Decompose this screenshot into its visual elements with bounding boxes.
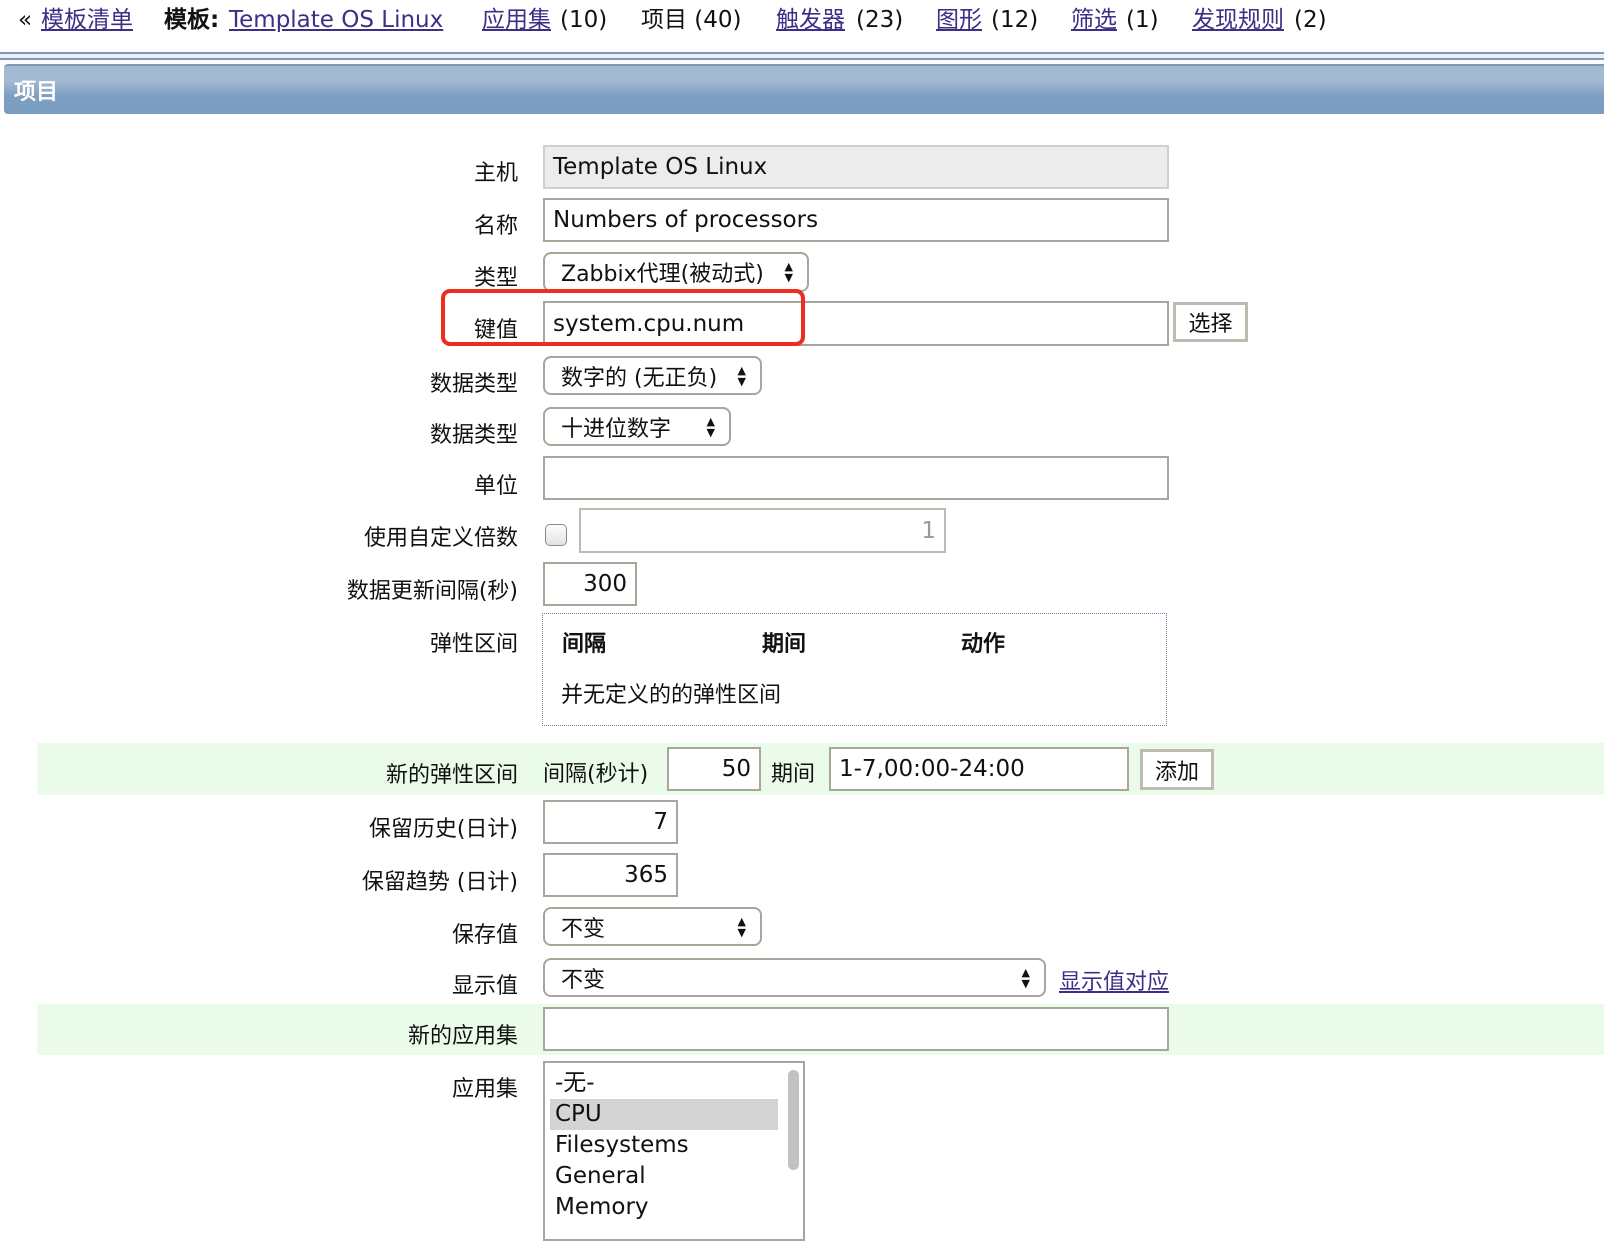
store-value-label: 保存值 bbox=[451, 923, 518, 948]
flexible-intervals-label: 弹性区间 bbox=[429, 632, 518, 657]
column-header-interval: 间隔 bbox=[562, 632, 607, 657]
application-option[interactable]: -无- bbox=[550, 1068, 778, 1099]
applications-listbox[interactable]: -无- CPU Filesystems General Memory bbox=[543, 1061, 805, 1241]
discovery-rules-link[interactable]: 发现规则 bbox=[1192, 0, 1284, 40]
value-type-select-value: 数字的 (无正负) bbox=[561, 365, 718, 391]
update-interval-input[interactable]: 300 bbox=[543, 562, 637, 606]
screens-link[interactable]: 筛选 bbox=[1071, 0, 1117, 40]
select-arrows-icon: ▲ ▼ bbox=[1021, 965, 1030, 990]
type-label: 类型 bbox=[473, 266, 518, 291]
value-type-select[interactable]: 数字的 (无正负) ▲ ▼ bbox=[543, 356, 762, 395]
annotation-highlight-box bbox=[441, 289, 805, 346]
key-select-button[interactable]: 选择 bbox=[1173, 302, 1248, 342]
store-value-select-value: 不变 bbox=[561, 916, 606, 942]
show-value-select[interactable]: 不变 ▲ ▼ bbox=[543, 958, 1046, 997]
section-header: 项目 bbox=[4, 64, 1604, 114]
applications-count: (10) bbox=[560, 7, 608, 33]
new-flexible-interval-label: 新的弹性区间 bbox=[385, 763, 518, 788]
trends-label: 保留趋势 (日计) bbox=[361, 870, 518, 895]
application-option-selected[interactable]: CPU bbox=[550, 1099, 778, 1130]
discovery-rules-count: (2) bbox=[1294, 7, 1327, 33]
graphs-link[interactable]: 图形 bbox=[936, 0, 982, 40]
trends-input[interactable]: 365 bbox=[543, 853, 678, 897]
flexible-intervals-table: 间隔 期间 动作 并无定义的的弹性区间 bbox=[542, 613, 1167, 726]
application-option[interactable]: General bbox=[550, 1161, 778, 1192]
show-value-select-value: 不变 bbox=[561, 967, 606, 993]
flexible-intervals-empty-text: 并无定义的的弹性区间 bbox=[561, 683, 782, 708]
column-header-period: 期间 bbox=[762, 632, 807, 657]
multiplier-input[interactable]: 1 bbox=[579, 508, 946, 553]
type-select-value: Zabbix代理(被动式) bbox=[561, 262, 764, 287]
update-interval-label: 数据更新间隔(秒) bbox=[346, 579, 518, 604]
name-label: 名称 bbox=[473, 214, 518, 239]
multiplier-checkbox[interactable] bbox=[545, 524, 567, 546]
select-arrows-icon: ▲ ▼ bbox=[737, 363, 746, 388]
type-select[interactable]: Zabbix代理(被动式) ▲ ▼ bbox=[543, 252, 809, 292]
interval-seconds-label: 间隔(秒计) bbox=[543, 762, 649, 787]
host-label: 主机 bbox=[473, 161, 518, 186]
template-name-link[interactable]: Template OS Linux bbox=[229, 0, 443, 40]
items-label: 项目 (40) bbox=[641, 7, 742, 33]
template-prefix-label: 模板: bbox=[164, 7, 220, 33]
listbox-scrollbar[interactable] bbox=[788, 1070, 799, 1170]
triggers-count: (23) bbox=[856, 7, 904, 33]
select-arrows-icon: ▲ ▼ bbox=[737, 914, 746, 939]
application-option[interactable]: Memory bbox=[550, 1192, 778, 1223]
history-input[interactable]: 7 bbox=[543, 800, 678, 844]
screens-count: (1) bbox=[1126, 7, 1159, 33]
value-mapping-link[interactable]: 显示值对应 bbox=[1059, 964, 1169, 996]
data-type-label: 数据类型 bbox=[429, 423, 518, 448]
top-navigation: « 模板清单 模板: Template OS Linux 应用集 (10) 项目… bbox=[0, 0, 1604, 40]
new-flexible-interval-row bbox=[37, 743, 1604, 795]
triggers-link[interactable]: 触发器 bbox=[776, 0, 845, 40]
select-arrows-icon: ▲ ▼ bbox=[706, 414, 715, 439]
new-period-input[interactable]: 1-7,00:00-24:00 bbox=[829, 747, 1129, 791]
separator-line bbox=[0, 58, 1604, 60]
back-arrow-icon: « bbox=[18, 7, 33, 33]
application-option[interactable]: Filesystems bbox=[550, 1130, 778, 1161]
store-value-select[interactable]: 不变 ▲ ▼ bbox=[543, 907, 762, 946]
column-header-action: 动作 bbox=[961, 632, 1006, 657]
new-application-label: 新的应用集 bbox=[407, 1024, 518, 1049]
history-label: 保留历史(日计) bbox=[368, 817, 518, 842]
new-interval-input[interactable]: 50 bbox=[667, 747, 761, 791]
show-value-label: 显示值 bbox=[451, 974, 518, 999]
period-label: 期间 bbox=[771, 762, 816, 787]
host-field: Template OS Linux bbox=[543, 145, 1169, 189]
section-title: 项目 bbox=[14, 80, 59, 105]
new-application-input[interactable] bbox=[543, 1007, 1169, 1051]
select-arrows-icon: ▲ ▼ bbox=[784, 260, 793, 284]
applications-label: 应用集 bbox=[451, 1077, 518, 1102]
multiplier-label: 使用自定义倍数 bbox=[363, 526, 518, 551]
data-type-select-value: 十进位数字 bbox=[561, 416, 672, 442]
applications-link[interactable]: 应用集 bbox=[482, 0, 551, 40]
name-input[interactable]: Numbers of processors bbox=[543, 198, 1169, 242]
value-type-label: 数据类型 bbox=[429, 372, 518, 397]
graphs-count: (12) bbox=[991, 7, 1039, 33]
data-type-select[interactable]: 十进位数字 ▲ ▼ bbox=[543, 407, 731, 446]
add-flexible-interval-button[interactable]: 添加 bbox=[1140, 749, 1214, 790]
units-label: 单位 bbox=[473, 474, 518, 499]
units-input[interactable] bbox=[543, 456, 1169, 500]
template-list-link[interactable]: 模板清单 bbox=[41, 0, 133, 40]
